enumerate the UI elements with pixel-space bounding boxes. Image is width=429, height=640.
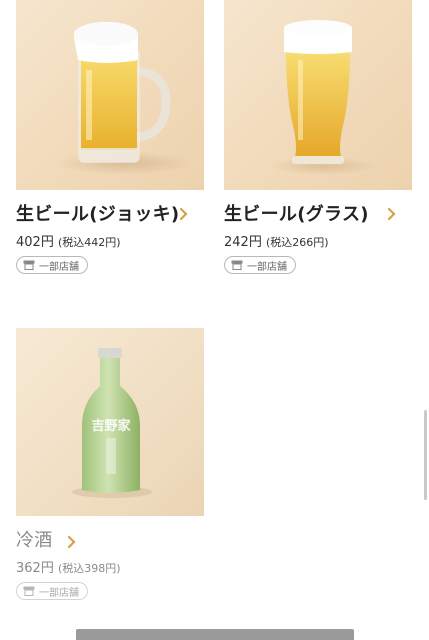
bottle-label-text: 吉野家 <box>91 418 131 434</box>
item-price: 242円 <box>224 235 262 250</box>
chevron-right-icon[interactable] <box>176 206 192 222</box>
item-name[interactable]: 生ビール(ジョッキ) <box>16 202 182 227</box>
item-tax-price: (税込266円) <box>265 236 329 249</box>
item-tax-price: (税込398円) <box>57 562 121 575</box>
item-name-row[interactable]: 生ビール(グラス) <box>224 202 414 227</box>
store-icon <box>23 586 35 596</box>
store-icon <box>23 260 35 270</box>
beer-mug-photo[interactable] <box>16 0 204 190</box>
price-row: 242円 (税込266円) <box>224 231 414 250</box>
sake-bottle-icon: 吉野家 <box>72 348 152 498</box>
price-row: 402円 (税込442円) <box>16 231 206 250</box>
store-availability-badge: 一部店舗 <box>16 256 88 274</box>
item-name[interactable]: 生ビール(グラス) <box>224 202 390 227</box>
menu-page: 生ビール(ジョッキ) 402円 (税込442円) 一部店舗 生ビール(グラス) … <box>0 0 429 640</box>
item-name-row[interactable]: 生ビール(ジョッキ) <box>16 202 206 227</box>
item-tax-price: (税込442円) <box>57 236 121 249</box>
bottom-bar[interactable] <box>76 629 354 640</box>
store-availability-badge: 一部店舗 <box>16 582 88 600</box>
beer-glass-photo[interactable] <box>224 0 412 190</box>
badge-label: 一部店舗 <box>39 587 79 599</box>
chevron-right-icon[interactable] <box>64 534 80 550</box>
item-price: 362円 <box>16 561 54 576</box>
menu-item-card[interactable]: 吉野家 冷酒 362円 (税込398円) 一部店舗 <box>16 328 206 600</box>
sake-bottle-photo[interactable]: 吉野家 <box>16 328 204 516</box>
store-availability-badge: 一部店舗 <box>224 256 296 274</box>
beer-glass-icon <box>269 20 379 175</box>
item-price: 402円 <box>16 235 54 250</box>
item-name-row[interactable]: 冷酒 <box>16 528 206 553</box>
badge-label: 一部店舗 <box>39 261 79 273</box>
price-row: 362円 (税込398円) <box>16 557 206 576</box>
menu-item-card[interactable]: 生ビール(ジョッキ) 402円 (税込442円) 一部店舗 <box>16 0 206 274</box>
menu-item-card[interactable]: 生ビール(グラス) 242円 (税込266円) 一部店舗 <box>224 0 414 274</box>
chevron-right-icon[interactable] <box>384 206 400 222</box>
badge-label: 一部店舗 <box>247 261 287 273</box>
item-name[interactable]: 冷酒 <box>16 530 53 551</box>
store-icon <box>231 260 243 270</box>
beer-mug-icon <box>54 22 194 175</box>
scrollbar-thumb[interactable] <box>424 410 427 500</box>
